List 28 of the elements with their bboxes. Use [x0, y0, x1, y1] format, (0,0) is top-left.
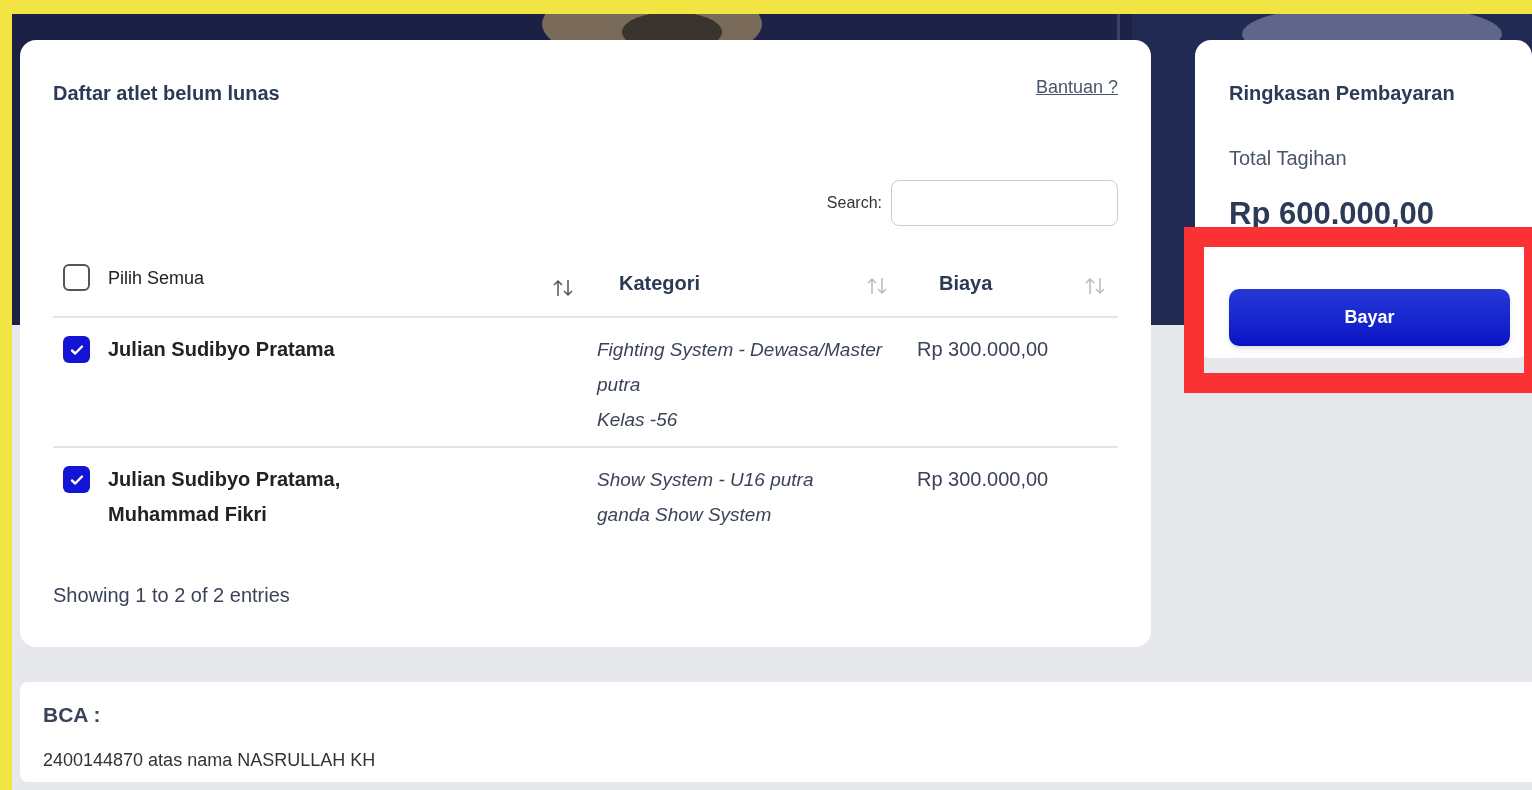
entries-info: Showing 1 to 2 of 2 entries — [53, 583, 291, 608]
pay-button[interactable]: Bayar — [1229, 288, 1510, 346]
athlete-name: Julian Sudibyo Pratama — [108, 337, 335, 362]
card-title: Ringkasan Pembayaran — [1229, 81, 1456, 106]
card-title: Daftar atlet belum lunas — [53, 81, 280, 106]
column-header[interactable]: Biaya — [939, 268, 993, 298]
search-label: Search: — [826, 193, 882, 213]
bank-name: BCA : — [43, 702, 102, 728]
category-text: Kelas -56 — [597, 408, 679, 432]
column-header[interactable]: Kategori — [619, 268, 701, 298]
help-link[interactable]: Bantuan ? — [1035, 74, 1118, 101]
search-field[interactable] — [891, 180, 1118, 226]
athlete-name: Julian Sudibyo Pratama, — [108, 467, 341, 492]
total-label: Total Tagihan — [1229, 146, 1348, 171]
category-text: Show System - U16 putra — [597, 468, 815, 492]
total-amount: Rp 600.000,00 — [1229, 195, 1436, 233]
category-text: Fighting System - Dewasa/Master — [597, 338, 884, 362]
sort-icon[interactable] — [552, 278, 574, 298]
checkbox[interactable] — [63, 264, 90, 291]
checkbox[interactable] — [63, 336, 90, 363]
athlete-name: Muhammad Fikri — [108, 502, 268, 527]
account-info: 2400144870 atas nama NASRULLAH KH — [43, 748, 377, 772]
fee-text: Rp 300.000,00 — [917, 468, 1049, 490]
checkbox-label: Pilih Semua — [108, 267, 205, 290]
checkbox[interactable] — [63, 466, 90, 493]
fee-text: Rp 300.000,00 — [917, 338, 1049, 360]
category-text: putra — [597, 373, 642, 397]
category-text: ganda Show System — [597, 503, 773, 527]
